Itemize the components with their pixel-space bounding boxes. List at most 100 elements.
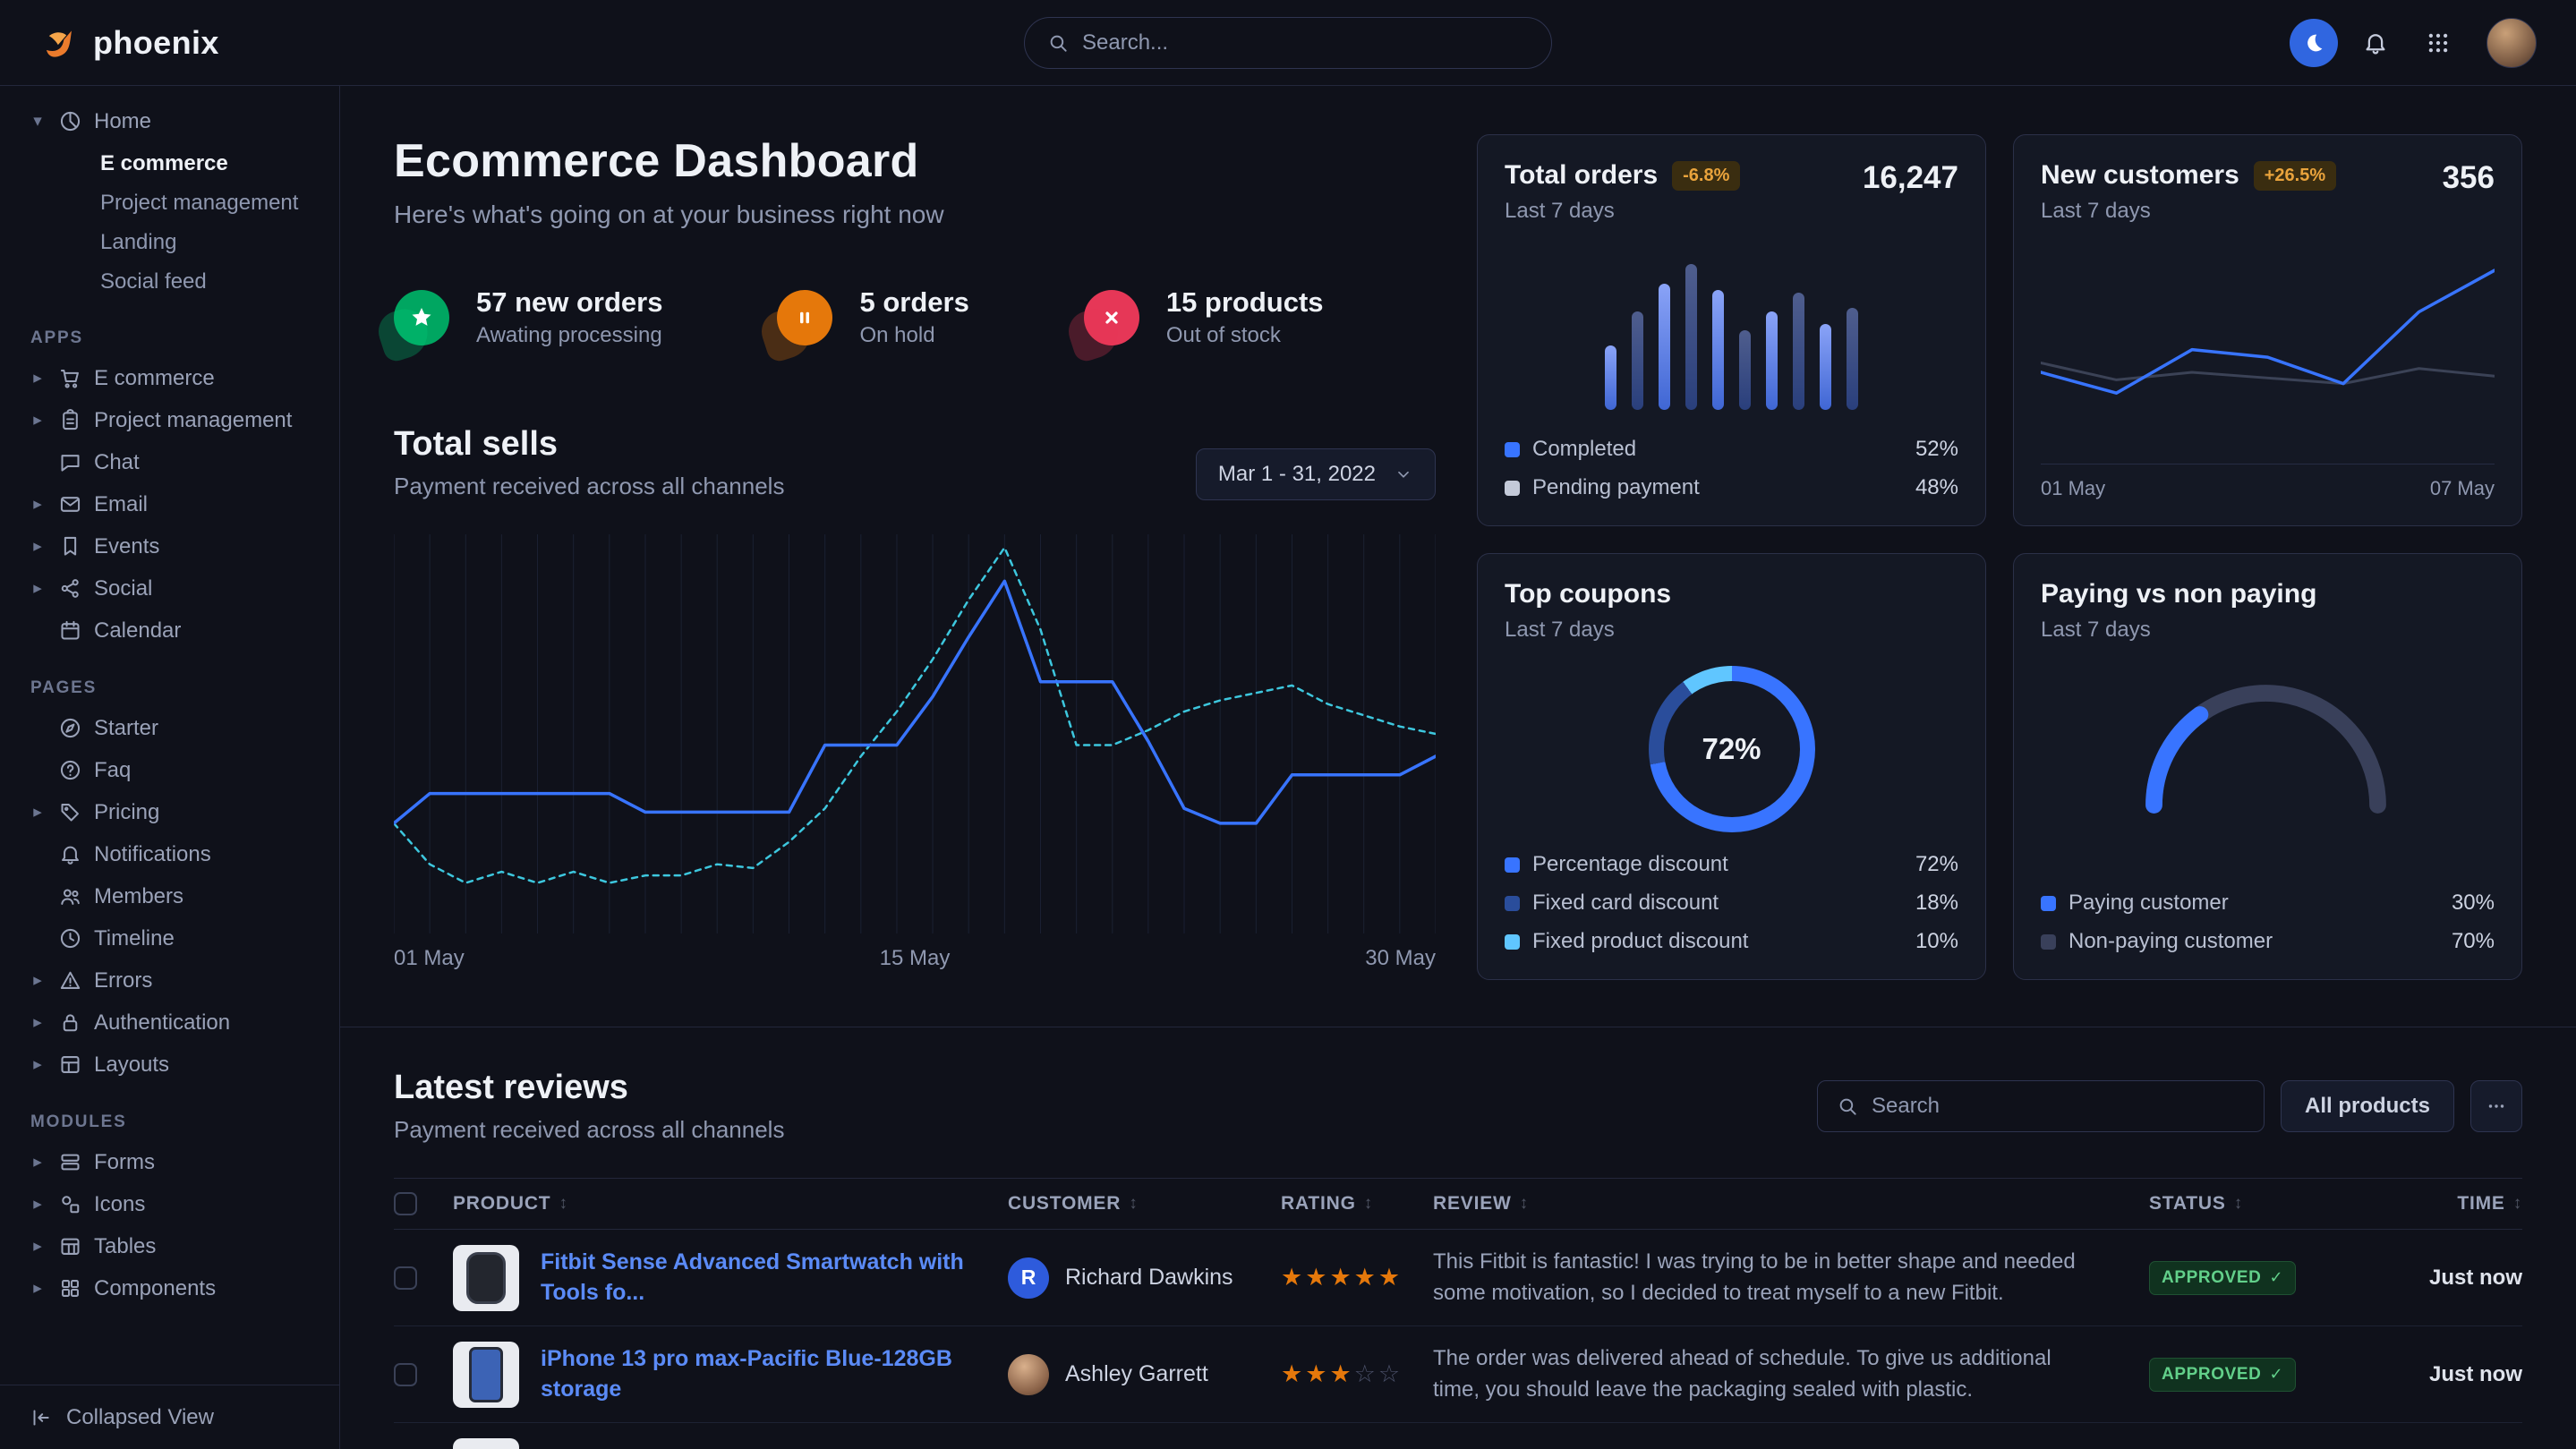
sidebar-item[interactable]: Starter	[13, 707, 327, 749]
sidebar-item[interactable]: Events	[13, 525, 327, 567]
table-icon	[58, 1234, 82, 1258]
all-products-button[interactable]: All products	[2281, 1080, 2454, 1132]
sidebar-item[interactable]: Chat	[13, 441, 327, 483]
sidebar-item[interactable]: Components	[13, 1267, 327, 1309]
top-coupons-card: Top coupons Last 7 days 72% Pe	[1477, 553, 1986, 980]
rating-stars: ★★★☆☆	[1281, 1360, 1433, 1388]
global-search-input[interactable]	[1082, 30, 1530, 55]
stats-row: 57 new orders Awating processing 5 order…	[394, 286, 1436, 348]
sidebar-section-title: PAGES	[30, 678, 327, 698]
caret-icon	[29, 494, 47, 515]
card-period: Last 7 days	[1505, 199, 1740, 224]
more-options-button[interactable]	[2470, 1080, 2522, 1132]
sidebar-item[interactable]: Forms	[13, 1141, 327, 1183]
sidebar-item[interactable]: Icons	[13, 1183, 327, 1225]
legend-value: 72%	[1915, 852, 1958, 877]
sidebar-subitem[interactable]: Project management	[13, 183, 327, 223]
sidebar-item[interactable]: Social	[13, 567, 327, 609]
sidebar-item[interactable]: Layouts	[13, 1044, 327, 1086]
sidebar-item[interactable]: Tables	[13, 1225, 327, 1267]
user-avatar[interactable]	[2486, 18, 2537, 68]
card-title: New customers	[2041, 160, 2239, 191]
reviews-search-input[interactable]	[1872, 1094, 2246, 1119]
total-sells-title: Total sells	[394, 425, 784, 464]
rating-stars: ★★★★★	[1281, 1264, 1433, 1291]
sidebar-item-label: Tables	[94, 1234, 156, 1259]
grid-icon[interactable]	[2413, 18, 2463, 68]
global-search[interactable]	[1024, 17, 1552, 69]
bar	[1712, 290, 1724, 410]
pause-icon	[777, 290, 832, 345]
reviews-title: Latest reviews	[394, 1069, 784, 1107]
sidebar-item[interactable]: Pricing	[13, 791, 327, 833]
x-tick: 07 May	[2430, 477, 2495, 500]
column-header-product[interactable]: PRODUCT	[453, 1193, 1008, 1215]
moon-icon[interactable]	[2290, 19, 2338, 67]
select-all-checkbox[interactable]	[394, 1192, 417, 1215]
sidebar-item[interactable]: Authentication	[13, 1002, 327, 1044]
star-icon: ☆	[1378, 1360, 1403, 1387]
sidebar-item[interactable]: Notifications	[13, 833, 327, 875]
star-icon: ☆	[1354, 1360, 1378, 1387]
legend-swatch	[1505, 896, 1520, 911]
column-header-status[interactable]: STATUS	[2149, 1193, 2359, 1215]
product-link[interactable]: iPhone 13 pro max-Pacific Blue-128GB sto…	[541, 1344, 976, 1405]
product-link[interactable]: Fitbit Sense Advanced Smartwatch with To…	[541, 1248, 976, 1308]
caret-icon	[29, 1278, 47, 1299]
new-customers-card: New customers +26.5% Last 7 days 356 01 …	[2013, 134, 2522, 526]
product-thumbnail	[453, 1245, 519, 1311]
bell-icon[interactable]	[2350, 18, 2401, 68]
column-header-time[interactable]: TIME	[2457, 1193, 2522, 1215]
bar	[1739, 330, 1751, 410]
select-row-checkbox[interactable]	[394, 1363, 417, 1386]
paying-vs-nonpaying-card: Paying vs non paying Last 7 days Paying …	[2013, 553, 2522, 980]
coupons-legend: Percentage discount 72% Fixed card disco…	[1505, 852, 1958, 954]
sidebar-group-apps: E commerce Project management Chat	[13, 357, 327, 652]
legend-row: Pending payment 48%	[1505, 475, 1958, 500]
sidebar-item-home[interactable]: Home	[13, 100, 327, 142]
reviews-search[interactable]	[1817, 1080, 2265, 1132]
caret-icon	[29, 410, 47, 430]
stat-title: 15 products	[1166, 286, 1324, 319]
sidebar-item[interactable]: Errors	[13, 959, 327, 1002]
sidebar-item[interactable]: Project management	[13, 399, 327, 441]
sidebar-item-label: Faq	[94, 758, 131, 783]
date-range-select[interactable]: Mar 1 - 31, 2022	[1196, 448, 1436, 500]
tag-icon	[58, 800, 82, 824]
sidebar-item[interactable]: Members	[13, 875, 327, 917]
x-icon	[1084, 290, 1139, 345]
legend-value: 30%	[2452, 891, 2495, 916]
sidebar-item[interactable]: E commerce	[13, 357, 327, 399]
pie-chart-icon	[58, 109, 82, 133]
caret-icon	[29, 1012, 47, 1033]
legend-label: Fixed card discount	[1532, 891, 1719, 916]
collapsed-view-toggle[interactable]: Collapsed View	[0, 1385, 339, 1449]
clock-icon	[58, 926, 82, 950]
sidebar-item[interactable]: Email	[13, 483, 327, 525]
sidebar-item-label: Icons	[94, 1192, 145, 1217]
stat-item: 5 orders On hold	[777, 286, 968, 348]
sidebar-item[interactable]: Timeline	[13, 917, 327, 959]
sidebar-subitem[interactable]: Landing	[13, 223, 327, 262]
select-row-checkbox[interactable]	[394, 1266, 417, 1290]
brand[interactable]: phoenix	[39, 22, 219, 64]
sidebar-item-label: Chat	[94, 450, 140, 475]
review-time: Just now	[2429, 1266, 2522, 1291]
sidebar-item[interactable]: Calendar	[13, 609, 327, 652]
column-header-rating[interactable]: RATING	[1281, 1193, 1433, 1215]
table-row: iPhone 13 pro max-Pacific Blue-128GB sto…	[394, 1326, 2522, 1423]
bar	[1632, 311, 1643, 410]
sidebar-subitem[interactable]: E commerce	[13, 144, 327, 183]
legend-swatch	[1505, 934, 1520, 950]
legend-value: 70%	[2452, 929, 2495, 954]
sidebar-subitem[interactable]: Social feed	[13, 262, 327, 302]
x-tick: 01 May	[2041, 477, 2105, 500]
phoenix-logo-icon	[39, 22, 81, 64]
column-header-customer[interactable]: CUSTOMER	[1008, 1193, 1281, 1215]
product-thumbnail	[453, 1438, 519, 1449]
sidebar-item[interactable]: Faq	[13, 749, 327, 791]
column-header-review[interactable]: REVIEW	[1433, 1193, 2149, 1215]
star-icon: ★	[1305, 1360, 1329, 1387]
legend-row: Completed 52%	[1505, 437, 1958, 462]
table-row: Fitbit Sense Advanced Smartwatch with To…	[394, 1230, 2522, 1326]
